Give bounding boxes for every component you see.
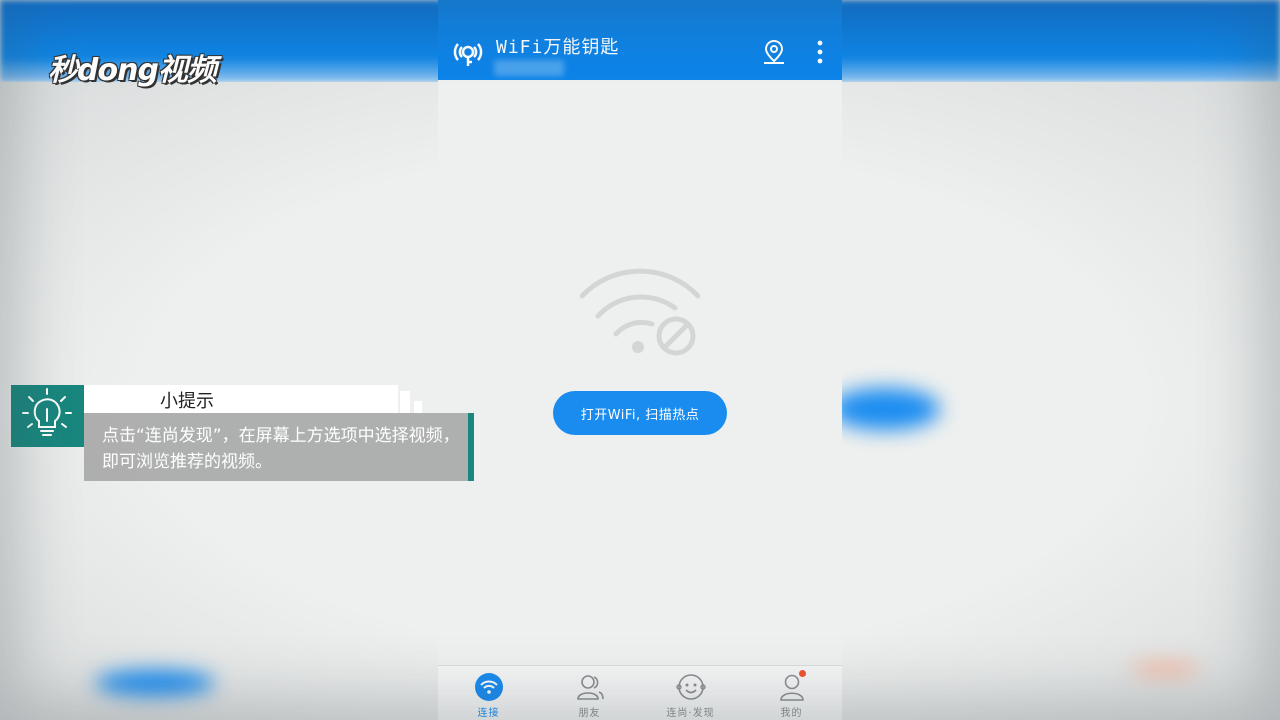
background-blob — [95, 670, 215, 696]
background-blob — [830, 388, 940, 430]
lightbulb-icon — [22, 388, 72, 436]
phone-screen: WiFi万能钥匙 打开WiFi, 扫描热点 连接 朋友 连尚·发现 我的 — [438, 0, 842, 720]
tab-friends[interactable]: 朋友 — [539, 666, 640, 720]
tab-label: 朋友 — [578, 708, 601, 719]
discover-face-icon — [675, 674, 706, 700]
wifi-key-logo-icon — [453, 43, 483, 66]
tip-icon-box — [11, 385, 84, 447]
tab-mine[interactable]: 我的 — [741, 666, 842, 720]
network-name-blurred — [494, 60, 564, 76]
bottom-tab-bar: 连接 朋友 连尚·发现 我的 — [438, 665, 842, 720]
wifi-connect-icon — [474, 673, 503, 701]
tab-label: 我的 — [780, 708, 803, 719]
app-header: WiFi万能钥匙 — [438, 0, 842, 80]
tip-title: 小提示 — [160, 391, 214, 412]
tab-label: 连接 — [477, 708, 500, 719]
app-title: WiFi万能钥匙 — [496, 37, 620, 58]
tip-decoration-bars — [400, 391, 424, 413]
tab-connect[interactable]: 连接 — [438, 666, 539, 720]
watermark-logo: 秒dong视频 — [48, 44, 217, 90]
more-vertical-icon[interactable] — [806, 38, 834, 66]
tab-label: 连尚·发现 — [666, 708, 715, 719]
location-pin-icon[interactable] — [760, 38, 788, 66]
tip-text: 点击“连尚发现”，在屏幕上方选项中选择视频，即可浏览推荐的视频。 — [102, 426, 460, 472]
background-blob — [1130, 662, 1200, 676]
watermark-logo-text: 秒dong视频 — [48, 53, 217, 88]
notification-badge — [799, 670, 806, 677]
scan-hotspots-button[interactable]: 打开WiFi, 扫描热点 — [553, 391, 727, 435]
tip-title-bar — [84, 385, 398, 413]
tab-discover[interactable]: 连尚·发现 — [640, 666, 741, 720]
wifi-disabled-icon — [580, 268, 700, 356]
friends-icon — [576, 675, 604, 700]
